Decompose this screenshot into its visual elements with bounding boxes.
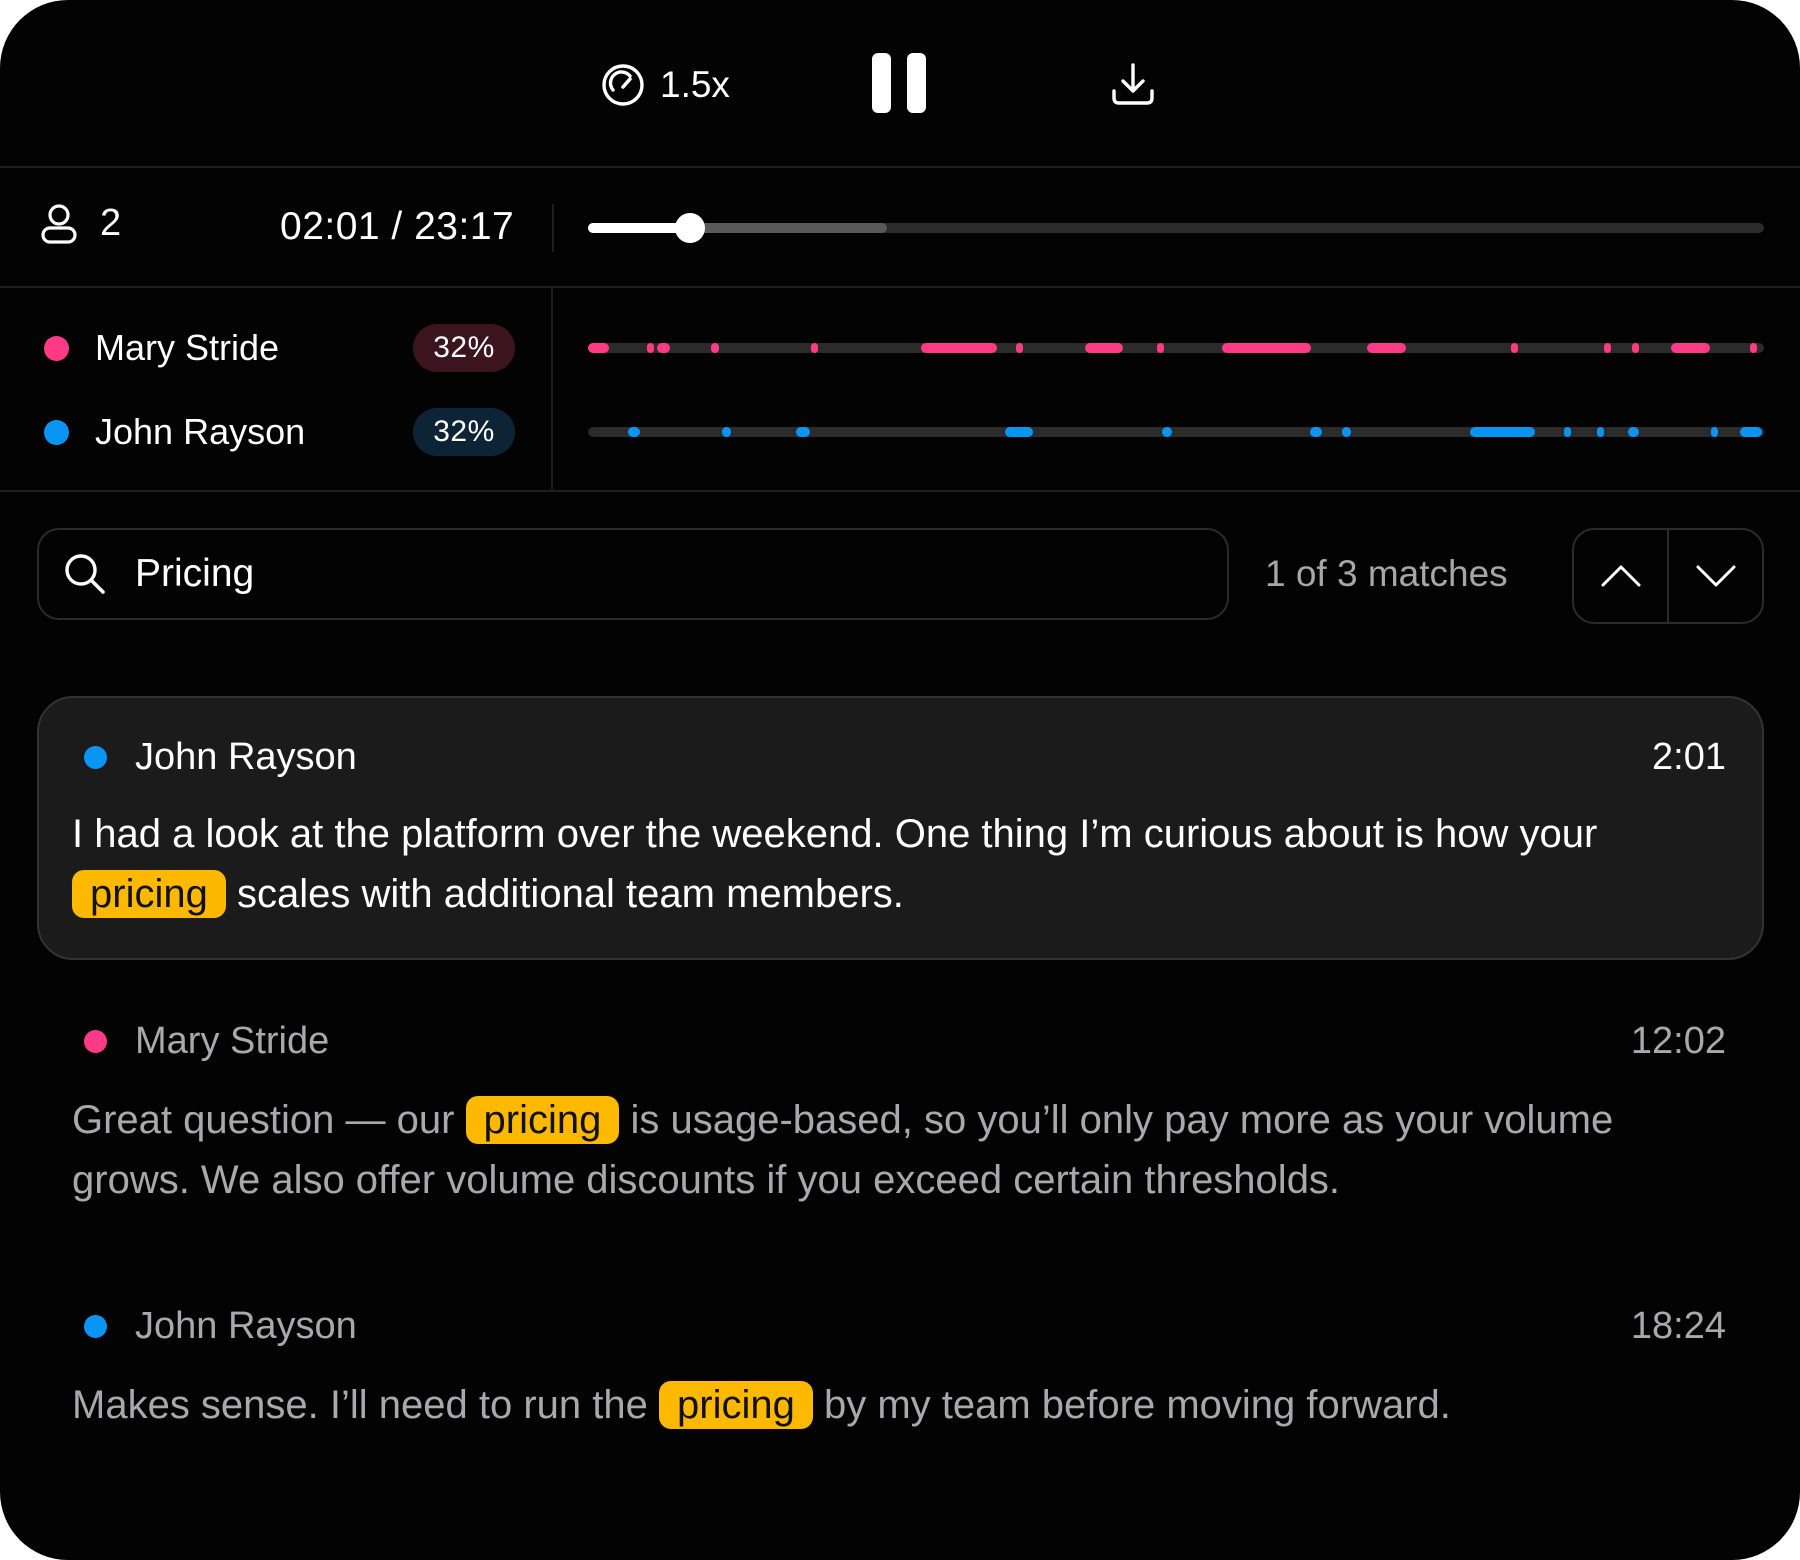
search-icon [65,554,105,594]
speech-segment[interactable] [811,343,819,353]
speaker-timeline-mary-stride[interactable] [588,343,1764,353]
entry-timestamp[interactable]: 18:24 [1631,1305,1726,1348]
divider [0,286,1800,288]
speech-segment[interactable] [1604,343,1612,353]
speed-label: 1.5x [660,64,730,105]
search-match-highlight: pricing [659,1381,813,1429]
speech-segment[interactable] [1161,427,1173,437]
entry-text-after: scales with additional team members. [225,872,904,916]
speedometer-icon [602,64,644,106]
participants-indicator: 2 [40,202,121,245]
search-match-highlight: pricing [72,870,226,918]
speech-segment[interactable] [1740,427,1762,437]
person-icon [41,203,77,244]
speech-segment[interactable] [1310,427,1322,437]
speaker-color-dot [84,1030,107,1053]
search-box[interactable] [37,528,1229,620]
speech-segment[interactable] [1627,427,1640,437]
entry-text: I had a look at the platform over the we… [72,804,1732,924]
speech-segment[interactable] [1671,343,1710,353]
entry-timestamp[interactable]: 12:02 [1631,1020,1726,1063]
divider [0,166,1800,168]
next-match-button[interactable] [1667,530,1762,622]
entry-text-after: by my team before moving forward. [812,1383,1451,1427]
entry-text-before: Great question — our [72,1098,466,1142]
transcript-entry-header: Mary Stride [84,1020,329,1063]
speech-segment[interactable] [1341,427,1352,437]
speaker-color-dot [44,419,69,445]
download-icon [1112,63,1154,105]
entry-text-before: Makes sense. I’ll need to run the [72,1383,659,1427]
speech-segment[interactable] [657,343,671,353]
progress-handle[interactable] [675,213,706,243]
talk-time-badge: 32% [413,324,515,372]
speech-segment[interactable] [588,343,610,353]
speech-segment[interactable] [627,427,640,437]
entry-text-before: I had a look at the platform over the we… [72,812,1598,856]
match-count: 1 of 3 matches [1265,553,1508,594]
speech-segment[interactable] [711,343,719,353]
playback-progress-bar[interactable] [588,213,1764,243]
entry-speaker-name: John Rayson [135,1305,357,1347]
speaker-row-john-rayson: John Rayson 32% [44,408,515,456]
entry-speaker-name: John Rayson [135,736,357,778]
speech-segment[interactable] [1564,427,1572,437]
divider [552,204,554,252]
speaker-name: John Rayson [95,411,306,452]
speech-segment[interactable] [796,427,811,437]
chevron-up-icon [1601,565,1640,587]
transcript-entry-header: John Rayson [84,1305,357,1348]
download-button[interactable] [1110,60,1156,108]
playback-speed-button[interactable]: 1.5x [600,62,730,108]
chevron-down-icon [1696,565,1735,587]
pause-button[interactable] [872,53,926,113]
entry-speaker-name: Mary Stride [135,1020,330,1062]
speaker-color-dot [44,335,69,361]
match-navigation [1572,528,1764,624]
participant-count: 2 [100,202,122,244]
talk-time-badge: 32% [413,408,515,456]
speech-segment[interactable] [1157,343,1165,353]
pause-icon [872,53,891,113]
speech-segment[interactable] [722,427,732,437]
entry-timestamp[interactable]: 2:01 [1652,736,1726,779]
speaker-row-mary-stride: Mary Stride 32% [44,324,515,372]
time-readout: 02:01 / 23:17 [280,205,515,248]
speaker-name: Mary Stride [95,327,280,368]
speech-segment[interactable] [1597,427,1605,437]
speech-segment[interactable] [1632,343,1640,353]
transcript-entry-header: John Rayson [84,736,357,779]
speech-segment[interactable] [646,343,654,353]
divider [0,490,1800,492]
previous-match-button[interactable] [1574,530,1667,622]
speaker-color-dot [84,1315,107,1338]
speech-segment[interactable] [1005,427,1033,437]
speech-segment[interactable] [1711,427,1719,437]
divider [551,288,553,490]
search-input[interactable] [133,551,1137,597]
transcript-entry[interactable]: Great question — our pricing is usage-ba… [72,1090,1712,1210]
search-match-highlight: pricing [465,1096,620,1144]
transcript-player-panel: 1.5x 2 02:01 / 23:17 Mary Stride 32% Joh [0,0,1800,1560]
speech-segment[interactable] [1085,343,1124,353]
speech-segment[interactable] [920,343,998,353]
speech-segment[interactable] [1221,343,1312,353]
speech-segment[interactable] [1749,343,1757,353]
transcript-entry[interactable]: Makes sense. I’ll need to run the pricin… [72,1375,1712,1435]
speaker-color-dot [84,746,107,769]
speaker-timeline-john-rayson[interactable] [588,427,1764,437]
speech-segment[interactable] [1016,343,1024,353]
pause-icon-bar [907,53,926,113]
speech-segment[interactable] [1470,427,1535,437]
speech-segment[interactable] [1511,343,1519,353]
speech-segment[interactable] [1366,343,1407,353]
